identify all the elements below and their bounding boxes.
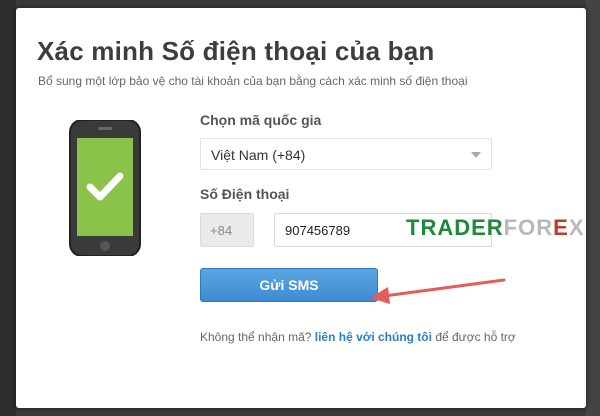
phone-prefix-text: +84	[210, 223, 233, 238]
smartphone-check-icon	[69, 120, 141, 256]
phone-prefix-box: +84	[200, 213, 254, 247]
country-code-select[interactable]: Việt Nam (+84)	[200, 138, 492, 170]
help-suffix: để được hỗ trợ	[431, 330, 516, 344]
contact-us-link[interactable]: liên hệ với chúng tôi	[315, 330, 432, 344]
verify-phone-modal: Xác minh Số điện thoại của bạn Bổ sung m…	[16, 8, 586, 408]
modal-subtitle: Bổ sung một lớp bảo vệ cho tài khoản của…	[38, 74, 468, 88]
help-text: Không thể nhận mã? liên hệ với chúng tôi…	[200, 330, 516, 344]
country-code-label: Chọn mã quốc gia	[200, 112, 322, 128]
page-backdrop-right	[586, 0, 600, 416]
page-backdrop-left	[0, 0, 16, 416]
watermark-logo: TRADERFOREX	[406, 215, 585, 240]
phone-number-label: Số Điện thoại	[200, 186, 290, 202]
modal-title: Xác minh Số điện thoại của bạn	[37, 36, 435, 66]
country-code-selected: Việt Nam (+84)	[211, 147, 306, 163]
red-arrow-icon	[370, 278, 506, 304]
chevron-down-icon	[471, 152, 481, 158]
help-prefix: Không thể nhận mã?	[200, 330, 315, 344]
send-sms-button[interactable]: Gửi SMS	[200, 268, 378, 302]
